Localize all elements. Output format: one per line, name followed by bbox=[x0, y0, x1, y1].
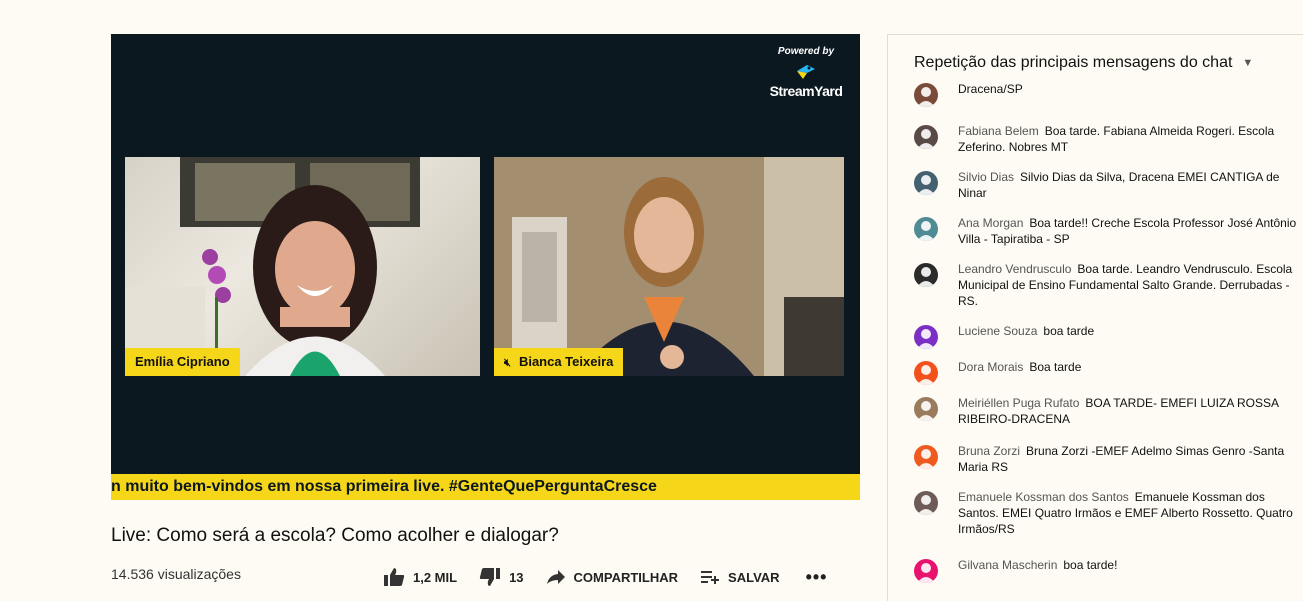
chat-author[interactable]: Silvio Dias bbox=[958, 170, 1014, 184]
chat-message: Silvio Dias Silvio Dias da Silva, Dracena… bbox=[914, 169, 1298, 201]
chat-message: Luciene Souza boa tarde bbox=[914, 323, 1298, 349]
user-icon bbox=[917, 221, 935, 241]
dislike-button[interactable]: 13 bbox=[479, 567, 524, 587]
chat-message-body: Luciene Souza boa tarde bbox=[958, 323, 1298, 339]
avatar[interactable] bbox=[914, 263, 938, 287]
chat-author[interactable]: Dora Morais bbox=[958, 360, 1023, 374]
chat-message-body: Gilvana Mascherin boa tarde! bbox=[958, 557, 1298, 573]
avatar[interactable] bbox=[914, 491, 938, 515]
share-icon bbox=[546, 570, 565, 584]
chat-author[interactable]: Gilvana Mascherin bbox=[958, 558, 1057, 572]
save-label: SALVAR bbox=[728, 569, 780, 585]
user-icon bbox=[917, 87, 935, 107]
chat-message-body: Emanuele Kossman dos Santos Emanuele Koss… bbox=[958, 489, 1298, 537]
chat-message: Bruna Zorzi Bruna Zorzi -EMEF Adelmo Sima… bbox=[914, 443, 1298, 475]
avatar[interactable] bbox=[914, 361, 938, 385]
share-label: COMPARTILHAR bbox=[573, 569, 679, 585]
participant-tile-right: 🔇︎ Bianca Teixeira bbox=[494, 157, 844, 376]
avatar[interactable] bbox=[914, 397, 938, 421]
chat-message: Leandro Vendrusculo Boa tarde. Leandro Ve… bbox=[914, 261, 1298, 309]
user-icon bbox=[917, 329, 935, 349]
view-count: 14.536 visualizações bbox=[111, 566, 241, 582]
chat-message: Gilvana Mascherin boa tarde! bbox=[914, 557, 1298, 583]
chat-author[interactable]: Bruna Zorzi bbox=[958, 444, 1020, 458]
avatar[interactable] bbox=[914, 83, 938, 107]
share-button[interactable]: COMPARTILHAR bbox=[546, 569, 678, 585]
chat-author[interactable]: Fabiana Belem bbox=[958, 124, 1039, 138]
participant-video-left bbox=[125, 157, 420, 376]
host-nameplate-left: Emília Cipriano bbox=[125, 348, 240, 376]
participant-video-right bbox=[494, 157, 844, 376]
avatar[interactable] bbox=[914, 171, 938, 195]
chat-text: boa tarde bbox=[1043, 324, 1095, 338]
thumbs-down-icon bbox=[479, 568, 501, 586]
streamyard-watermark: Powered by StreamYard bbox=[760, 46, 852, 99]
avatar[interactable] bbox=[914, 325, 938, 349]
more-actions-button[interactable]: ••• bbox=[806, 567, 828, 588]
thumbs-up-icon bbox=[384, 568, 405, 586]
mic-off-icon: 🔇︎ bbox=[504, 357, 511, 369]
chat-message: Emanuele Kossman dos Santos Emanuele Koss… bbox=[914, 489, 1298, 537]
avatar[interactable] bbox=[914, 217, 938, 241]
like-button[interactable]: 1,2 MIL bbox=[383, 567, 457, 587]
chat-message: Ana Morgan Boa tarde!! Creche Escola Prof… bbox=[914, 215, 1298, 247]
chat-message: Dora Morais Boa tarde bbox=[914, 359, 1298, 385]
chat-author[interactable]: Leandro Vendrusculo bbox=[958, 262, 1071, 276]
save-button[interactable]: SALVAR bbox=[700, 569, 780, 585]
chat-panel: Repetição das principais mensagens do ch… bbox=[887, 34, 1303, 601]
chat-message-body: Dora Morais Boa tarde bbox=[958, 359, 1298, 375]
user-icon bbox=[917, 401, 935, 421]
avatar[interactable] bbox=[914, 445, 938, 469]
chat-message-body: Silvio Dias Silvio Dias da Silva, Dracena… bbox=[958, 169, 1298, 201]
chat-message-body: Fabiana Belem Boa tarde. Fabiana Almeida … bbox=[958, 123, 1298, 155]
chat-header-label: Repetição das principais mensagens do ch… bbox=[914, 54, 1233, 71]
chat-author[interactable]: Luciene Souza bbox=[958, 324, 1037, 338]
chat-text: boa tarde! bbox=[1063, 558, 1118, 572]
streamyard-name: StreamYard bbox=[769, 83, 843, 99]
chat-author[interactable]: Ana Morgan bbox=[958, 216, 1023, 230]
playlist-add-icon bbox=[701, 571, 720, 584]
powered-by-text: Powered by bbox=[777, 46, 835, 57]
chat-message: Meiriéllen Puga Rufato BOA TARDE- EMEFI L… bbox=[914, 395, 1298, 427]
chat-message: Dracena/SP bbox=[914, 81, 1298, 107]
host-right-name: Bianca Teixeira bbox=[518, 354, 614, 369]
user-icon bbox=[917, 495, 935, 515]
streamyard-logo-icon bbox=[793, 61, 819, 81]
user-icon bbox=[917, 267, 935, 287]
video-player[interactable]: Powered by StreamYard Emília Cipriano 🔇︎… bbox=[111, 34, 860, 500]
chat-author[interactable]: Emanuele Kossman dos Santos bbox=[958, 490, 1129, 504]
video-title: Live: Como será a escola? Como acolher e… bbox=[111, 525, 559, 546]
chevron-down-icon: ▼ bbox=[1242, 57, 1254, 69]
chat-message-body: Leandro Vendrusculo Boa tarde. Leandro Ve… bbox=[958, 261, 1298, 309]
user-icon bbox=[917, 365, 935, 385]
chat-message-body: Dracena/SP bbox=[958, 81, 1298, 97]
chat-message-body: Ana Morgan Boa tarde!! Creche Escola Prof… bbox=[958, 215, 1298, 247]
user-icon bbox=[917, 175, 935, 195]
user-icon bbox=[917, 563, 935, 583]
user-icon bbox=[917, 449, 935, 469]
avatar[interactable] bbox=[914, 125, 938, 149]
chat-author[interactable]: Meiriéllen Puga Rufato bbox=[958, 396, 1079, 410]
avatar[interactable] bbox=[914, 559, 938, 583]
user-icon bbox=[917, 129, 935, 149]
like-count: 1,2 MIL bbox=[413, 569, 458, 585]
dislike-count: 13 bbox=[509, 569, 524, 585]
host-nameplate-right: 🔇︎ Bianca Teixeira bbox=[494, 348, 624, 376]
chat-message-body: Meiriéllen Puga Rufato BOA TARDE- EMEFI L… bbox=[958, 395, 1298, 427]
chat-text: Dracena/SP bbox=[958, 82, 1023, 96]
chat-message-body: Bruna Zorzi Bruna Zorzi -EMEF Adelmo Sima… bbox=[958, 443, 1298, 475]
ticker-banner: n muito bem-vindos em nossa primeira liv… bbox=[111, 474, 860, 500]
chat-text: Boa tarde bbox=[1029, 360, 1082, 374]
video-actions: 1,2 MIL 13 COMPARTILHAR SALVAR ••• bbox=[383, 564, 849, 590]
chat-message: Fabiana Belem Boa tarde. Fabiana Almeida … bbox=[914, 123, 1298, 155]
participant-tile-left: Emília Cipriano bbox=[125, 157, 480, 376]
